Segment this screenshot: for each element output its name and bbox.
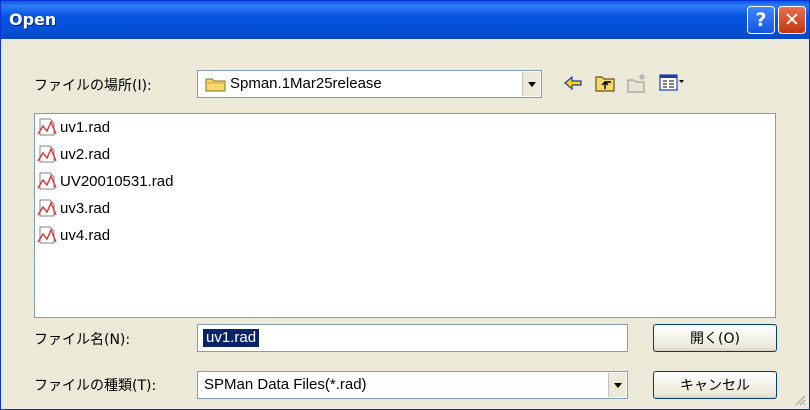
rad-file-icon [37,118,57,136]
file-name: uv3.rad [60,199,111,217]
open-button[interactable]: 開く(O) [653,324,777,352]
filename-label: ファイル名(N): [34,332,131,348]
chevron-down-icon [527,81,536,87]
look-in-dropdown-arrow[interactable] [522,72,540,96]
view-menu-icon[interactable] [658,72,686,94]
file-name: uv2.rad [60,145,111,163]
filetype-label: ファイルの種類(T): [34,378,157,394]
rad-file-icon [37,226,57,244]
new-folder-icon[interactable] [626,72,648,94]
help-button[interactable]: ? [747,6,775,34]
list-item[interactable]: uv3.rad [37,197,110,219]
help-icon: ? [755,9,767,31]
filetype-dropdown-arrow[interactable] [608,373,626,397]
file-name: UV20010531.rad [60,172,174,190]
look-in-label: ファイルの場所(I): [34,78,152,94]
close-button[interactable]: ✕ [778,6,806,34]
look-in-value: Spman.1Mar25release [230,75,382,92]
window-title: Open [9,10,57,29]
folder-icon [205,78,226,92]
file-list[interactable]: uv1.rad uv2.rad UV20010531.rad uv3.rad u… [34,113,776,318]
filetype-value: SPMan Data Files(*.rad) [204,376,367,393]
up-folder-icon[interactable] [594,72,616,94]
title-bar[interactable]: Open ? ✕ [1,1,809,39]
list-item[interactable]: uv2.rad [37,143,110,165]
filename-input[interactable]: uv1.rad [197,324,628,352]
list-item[interactable]: uv1.rad [37,116,110,138]
chevron-down-icon [613,382,622,388]
look-in-combo[interactable]: Spman.1Mar25release [197,70,542,98]
close-icon: ✕ [784,9,800,31]
open-dialog: Open ? ✕ ファイルの場所(I): Spman.1Mar25release… [0,0,810,410]
rad-file-icon [37,172,57,190]
list-item[interactable]: uv4.rad [37,224,110,246]
filename-value: uv1.rad [201,328,261,348]
rad-file-icon [37,199,57,217]
list-item[interactable]: UV20010531.rad [37,170,173,192]
file-name: uv1.rad [60,118,111,136]
rad-file-icon [37,145,57,163]
resize-grip-icon[interactable] [794,394,806,406]
cancel-button[interactable]: キャンセル [653,371,777,399]
file-name: uv4.rad [60,226,111,244]
back-arrow-icon[interactable] [562,72,584,94]
filetype-combo[interactable]: SPMan Data Files(*.rad) [197,371,628,399]
